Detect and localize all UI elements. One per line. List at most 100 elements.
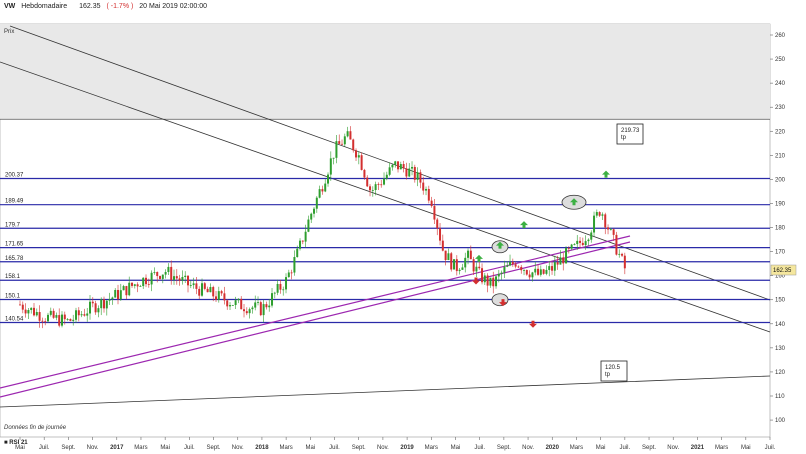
candle-body [413, 166, 416, 180]
candle-body [587, 239, 590, 242]
candle-body [601, 214, 604, 216]
candle-body [310, 213, 313, 220]
shaded-zone [0, 24, 770, 120]
y-tick-label: 260 [775, 33, 786, 39]
candle-body [167, 266, 170, 272]
candle-body [469, 250, 472, 260]
candle-body [444, 250, 447, 261]
candle-body [195, 283, 198, 289]
candle-body [430, 200, 433, 207]
candle-body [523, 269, 526, 271]
panel-label: Prix [4, 29, 14, 35]
candle-body [21, 304, 24, 310]
signal-highlight [491, 293, 509, 307]
candle-body [528, 274, 531, 278]
candle-body [223, 293, 226, 301]
candle-body [377, 184, 380, 185]
x-tick-label: Juil. [329, 445, 340, 451]
candle-body [621, 253, 624, 256]
candle-body [215, 296, 218, 300]
y-tick-label: 170 [775, 250, 786, 256]
candle-body [534, 268, 537, 273]
price-chart[interactable]: Prix100110120130140150160170180190200210… [0, 0, 806, 454]
x-tick-label: Mars [715, 445, 728, 451]
candle-body [192, 283, 195, 286]
candle-body [609, 229, 612, 231]
candle-body [478, 266, 481, 269]
candle-body [576, 240, 579, 245]
candle-body [531, 272, 534, 278]
level-label: 158.1 [5, 274, 21, 280]
candle-body [598, 212, 601, 216]
candle-body [380, 184, 383, 186]
candle-body [453, 259, 456, 270]
x-tick-label: Mai [451, 445, 461, 451]
candle-body [86, 313, 89, 316]
candle-body [44, 321, 47, 322]
candle-body [439, 228, 442, 241]
candle-body [506, 265, 509, 267]
candle-body [397, 161, 400, 170]
candle-body [234, 300, 237, 306]
candle-body [287, 272, 290, 278]
candle-body [203, 283, 206, 289]
x-tick-label: 2020 [546, 445, 560, 451]
candle-body [201, 283, 204, 296]
candle-body [604, 214, 607, 228]
candle-body [318, 189, 321, 198]
candle-body [173, 276, 176, 280]
candle-body [24, 309, 27, 314]
candle-body [481, 268, 484, 283]
x-tick-label: Mai [741, 445, 751, 451]
candle-body [559, 257, 562, 265]
candle-body [226, 300, 229, 307]
candle-body [133, 284, 136, 286]
candle-body [145, 277, 148, 285]
candle-body [548, 266, 551, 270]
x-tick-label: Juil. [765, 445, 776, 451]
candle-body [441, 240, 444, 251]
candle-body [231, 305, 234, 306]
y-tick-label: 190 [775, 201, 786, 207]
candle-body [581, 242, 584, 246]
candle-body [237, 298, 240, 301]
candle-body [497, 273, 500, 277]
candle-body [189, 285, 192, 286]
level-label: 150.1 [5, 293, 21, 299]
level-label: 140.54 [5, 317, 24, 323]
candle-body [66, 319, 69, 320]
candle-body [427, 188, 430, 201]
candle-body [52, 310, 55, 318]
x-tick-label: Mars [134, 445, 147, 451]
level-label: 189.49 [5, 199, 24, 205]
candle-body [450, 253, 453, 270]
x-tick-label: Nov. [522, 445, 534, 451]
candle-body [590, 232, 593, 240]
candle-body [394, 161, 397, 165]
candle-body [47, 314, 50, 322]
candle-body [161, 274, 164, 279]
target-sub: tp [605, 372, 611, 378]
candle-body [105, 300, 108, 309]
candle-body [455, 259, 458, 272]
candle-body [313, 208, 316, 214]
target-box [616, 123, 644, 145]
candle-body [117, 289, 120, 300]
candle-body [335, 141, 338, 158]
candle-body [63, 314, 66, 320]
candle-body [346, 131, 349, 137]
candle-body [265, 304, 268, 308]
candle-body [61, 314, 64, 326]
x-tick-label: 2017 [110, 445, 124, 451]
candle-body [332, 157, 335, 159]
candle-body [296, 248, 299, 258]
data-note: Données fin de journée [4, 425, 67, 431]
candle-body [217, 291, 220, 300]
rsi-indicator-label[interactable]: ■ RSI 21 [4, 440, 28, 446]
x-tick-label: Juil. [474, 445, 485, 451]
candle-body [268, 305, 271, 308]
level-label: 171.65 [5, 242, 24, 248]
candle-body [49, 310, 52, 315]
candle-body [355, 150, 358, 158]
x-tick-label: 2018 [255, 445, 269, 451]
